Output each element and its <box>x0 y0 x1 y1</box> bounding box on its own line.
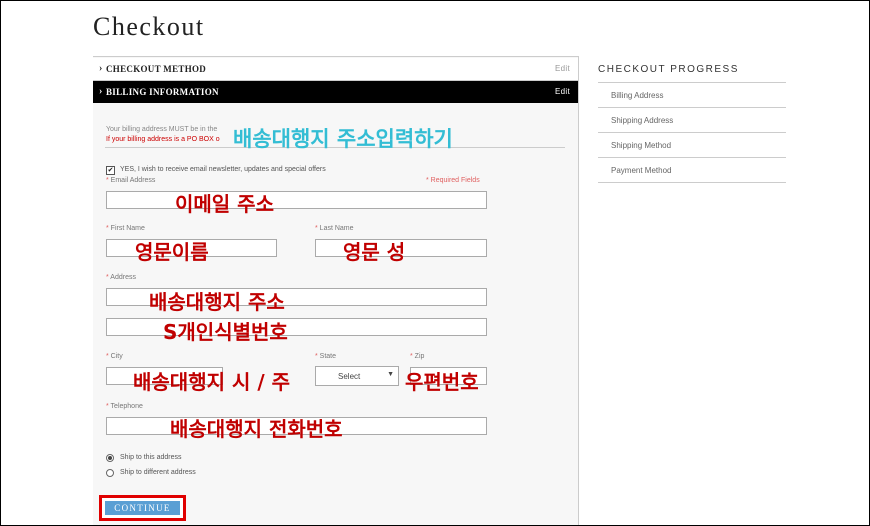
annotation-last-name: 영문 성 <box>343 240 406 264</box>
billing-information-edit-link[interactable]: Edit <box>555 87 570 96</box>
section-checkout-method-label: CHECKOUT METHOD <box>106 64 207 74</box>
ship-to-this-address-label: Ship to this address <box>120 454 182 461</box>
city-label: * City <box>106 353 123 360</box>
annotation-zip: 우편번호 <box>405 370 479 394</box>
billing-note-line1: Your billing address MUST be in the <box>106 126 218 133</box>
zip-label: * Zip <box>410 353 425 360</box>
continue-button[interactable]: CONTINUE <box>105 501 180 515</box>
section-billing-information-label: BILLING INFORMATION <box>106 87 219 97</box>
newsletter-label: YES, I wish to receive email newsletter,… <box>120 166 326 173</box>
progress-item-payment-method: Payment Method <box>598 158 786 183</box>
continue-button-highlight: CONTINUE <box>99 495 186 521</box>
newsletter-checkbox[interactable]: ✔ <box>106 166 115 175</box>
annotation-personal-id: S개인식별번호 <box>163 320 288 344</box>
state-select[interactable]: Select ▼ <box>315 366 399 386</box>
ship-to-different-address-radio[interactable] <box>106 469 114 477</box>
ship-to-this-address-radio[interactable] <box>106 454 114 462</box>
billing-note-line2: If your billing address is a PO BOX o <box>106 136 220 143</box>
section-billing-information[interactable]: › BILLING INFORMATION Edit <box>93 81 578 103</box>
section-checkout-method[interactable]: › CHECKOUT METHOD Edit <box>93 58 578 81</box>
state-selected-value: Select <box>338 372 361 381</box>
chevron-right-icon: › <box>99 63 103 74</box>
annotation-heading: 배송대행지 주소입력하기 <box>233 127 453 151</box>
ship-to-different-address-label: Ship to different address <box>120 469 196 476</box>
page-title: Checkout <box>93 12 205 41</box>
progress-item-shipping-method: Shipping Method <box>598 133 786 158</box>
checkout-main-panel: › CHECKOUT METHOD Edit › BILLING INFORMA… <box>93 56 579 525</box>
email-label: * Email Address <box>106 177 156 184</box>
annotation-first-name: 영문이름 <box>135 240 209 264</box>
progress-item-billing-address: Billing Address <box>598 83 786 108</box>
address-label: * Address <box>106 274 136 281</box>
first-name-label: * First Name <box>106 225 145 232</box>
annotation-address: 배송대행지 주소 <box>149 290 285 314</box>
email-field[interactable] <box>106 191 487 209</box>
required-fields-note: * Required Fields <box>426 177 480 184</box>
annotation-phone: 배송대행지 전화번호 <box>170 417 343 441</box>
telephone-label: * Telephone <box>106 403 143 410</box>
checkout-progress-title: CHECKOUT PROGRESS <box>598 64 739 75</box>
progress-item-shipping-address: Shipping Address <box>598 108 786 133</box>
state-label: * State <box>315 353 337 360</box>
checkout-method-edit-link[interactable]: Edit <box>555 64 570 73</box>
annotation-email: 이메일 주소 <box>175 192 274 216</box>
last-name-label: * Last Name <box>315 225 354 232</box>
chevron-right-icon: › <box>99 86 103 97</box>
dropdown-arrow-icon: ▼ <box>387 371 394 378</box>
annotation-city-state: 배송대행지 시 / 주 <box>133 370 290 394</box>
